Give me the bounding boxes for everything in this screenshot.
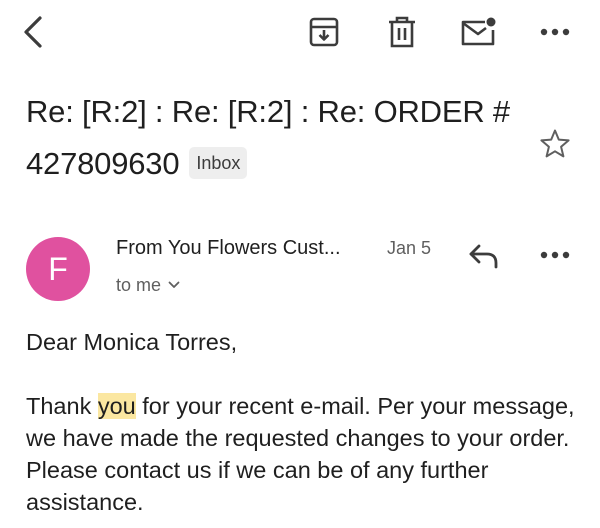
subject-text: Re: [R:2] : Re: [R:2] : Re: ORDER # 4278… — [26, 94, 510, 181]
more-options-button[interactable] — [533, 10, 577, 54]
body-text-start: Thank — [26, 393, 98, 419]
chevron-left-icon — [24, 16, 42, 48]
body-paragraph: Thank you for your recent e-mail. Per yo… — [26, 390, 586, 518]
inbox-label-chip[interactable]: Inbox — [189, 147, 248, 179]
sender-name[interactable]: From You Flowers Cust... — [116, 234, 341, 262]
more-horizontal-icon — [540, 28, 570, 36]
archive-button[interactable] — [302, 10, 346, 54]
message-date: Jan 5 — [387, 238, 432, 258]
star-button[interactable] — [535, 124, 575, 164]
star-outline-icon — [540, 129, 570, 158]
email-subject: Re: [R:2] : Re: [R:2] : Re: ORDER # 4278… — [26, 86, 526, 190]
back-button[interactable] — [12, 10, 56, 54]
message-more-button[interactable] — [533, 235, 577, 275]
recipients-toggle[interactable]: to me — [116, 272, 180, 298]
email-view: Re: [R:2] : Re: [R:2] : Re: ORDER # 4278… — [0, 0, 600, 528]
greeting-line: Dear Monica Torres, — [26, 329, 238, 355]
mark-unread-icon — [461, 17, 496, 46]
mark-unread-button[interactable] — [456, 9, 500, 53]
delete-button[interactable] — [380, 10, 424, 54]
archive-icon — [309, 17, 339, 47]
recipients-label: to me — [116, 274, 162, 295]
sender-avatar[interactable]: F — [26, 237, 90, 301]
message-body: Dear Monica Torres, Thank you for your r… — [26, 326, 586, 518]
reply-button[interactable] — [464, 236, 504, 276]
trash-icon — [389, 16, 415, 48]
reply-icon — [469, 244, 498, 269]
more-horizontal-icon — [540, 251, 570, 259]
chevron-down-icon — [168, 281, 180, 289]
top-toolbar — [0, 0, 600, 66]
search-highlight: you — [97, 393, 136, 419]
subject-block: Re: [R:2] : Re: [R:2] : Re: ORDER # 4278… — [26, 86, 526, 190]
